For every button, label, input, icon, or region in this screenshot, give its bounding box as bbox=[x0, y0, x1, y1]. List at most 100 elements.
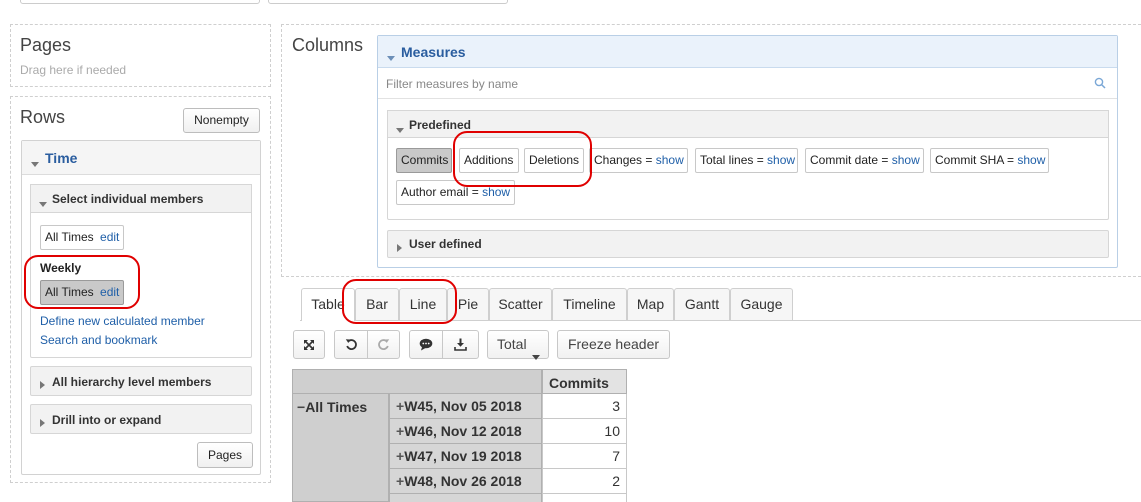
pages-hint: Drag here if needed bbox=[20, 63, 127, 77]
member-edit-link[interactable]: edit bbox=[100, 230, 119, 244]
freeze-header-button[interactable]: Freeze header bbox=[557, 330, 670, 359]
expand-caret-icon bbox=[40, 377, 45, 391]
user-defined-header[interactable]: User defined bbox=[387, 230, 1109, 258]
table-row-label[interactable]: +W47, Nov 19 2018 bbox=[389, 444, 542, 469]
row-label: W45, Nov 05 2018 bbox=[404, 398, 522, 414]
top-strip bbox=[10, 0, 1141, 10]
redo-button[interactable] bbox=[367, 330, 400, 359]
member-label: All Times bbox=[45, 285, 94, 299]
rows-panel[interactable]: Rows Nonempty Time Select individual mem… bbox=[10, 96, 271, 483]
expand-plus-icon[interactable]: + bbox=[396, 448, 404, 464]
table-row-label[interactable]: +W46, Nov 12 2018 bbox=[389, 419, 542, 444]
tab-map[interactable]: Map bbox=[627, 288, 674, 320]
collapse-caret-icon bbox=[39, 197, 47, 211]
filter-placeholder: Filter measures by name bbox=[386, 77, 519, 91]
time-title: Time bbox=[45, 150, 78, 166]
tab-pie[interactable]: Pie bbox=[447, 288, 489, 320]
drill-label: Drill into or expand bbox=[52, 413, 162, 427]
columns-panel[interactable]: Columns Measures Filter measures by name… bbox=[281, 24, 1141, 277]
predefined-section: Predefined Commits Additions Deletions C… bbox=[387, 110, 1109, 220]
collapse-caret-icon bbox=[31, 156, 39, 171]
export-button[interactable] bbox=[442, 330, 479, 359]
all-hierarchy-header[interactable]: All hierarchy level members bbox=[30, 366, 252, 396]
pages-title: Pages bbox=[20, 35, 72, 55]
time-header[interactable]: Time bbox=[22, 141, 260, 175]
user-defined-label: User defined bbox=[409, 237, 482, 251]
predefined-header[interactable]: Predefined bbox=[387, 110, 1109, 138]
select-individual-header[interactable]: Select individual members bbox=[30, 184, 252, 213]
collapse-caret-icon bbox=[387, 50, 395, 65]
tab-timeline[interactable]: Timeline bbox=[552, 288, 627, 320]
expand-icon bbox=[304, 340, 314, 350]
table-cell-value: 2 bbox=[542, 469, 627, 494]
table-cell-value: 10 bbox=[542, 419, 627, 444]
comment-button[interactable] bbox=[409, 330, 443, 359]
chevron-down-icon bbox=[532, 343, 540, 370]
define-calculated-member-link[interactable]: Define new calculated member bbox=[40, 314, 205, 328]
pages-panel[interactable]: Pages Drag here if needed bbox=[10, 24, 271, 87]
measures-box: Measures Filter measures by name Predefi… bbox=[377, 35, 1118, 268]
pages-button[interactable]: Pages bbox=[197, 442, 253, 468]
table-row-label[interactable]: +W45, Nov 05 2018 bbox=[389, 394, 542, 419]
table-cell-value: 3 bbox=[542, 394, 627, 419]
expand-plus-icon[interactable]: + bbox=[396, 398, 404, 414]
table-cell-value: 7 bbox=[542, 444, 627, 469]
undo-button[interactable] bbox=[334, 330, 368, 359]
weekly-label: Weekly bbox=[40, 261, 82, 275]
row-label: W46, Nov 12 2018 bbox=[404, 423, 522, 439]
tab-scatter[interactable]: Scatter bbox=[489, 288, 552, 320]
time-dimension: Time Select individual members All Times… bbox=[21, 140, 261, 475]
row-label: W48, Nov 26 2018 bbox=[404, 473, 522, 489]
measure-deletions[interactable]: Deletions bbox=[524, 148, 584, 173]
member-edit-link[interactable]: edit bbox=[100, 285, 119, 299]
measure-additions[interactable]: Additions bbox=[459, 148, 519, 173]
fullscreen-button[interactable] bbox=[293, 330, 325, 359]
measures-title: Measures bbox=[401, 44, 466, 60]
measure-changes[interactable]: Changes = show bbox=[589, 148, 688, 173]
column-header-commits[interactable]: Commits bbox=[542, 369, 627, 394]
row-label: W47, Nov 19 2018 bbox=[404, 448, 522, 464]
measure-total-lines[interactable]: Total lines = show bbox=[695, 148, 798, 173]
show-link[interactable]: show bbox=[482, 185, 510, 199]
measure-label: Author email = bbox=[401, 185, 479, 199]
member-all-times[interactable]: All Times edit bbox=[40, 225, 124, 250]
tab-bar[interactable]: Bar bbox=[355, 288, 399, 320]
show-link[interactable]: show bbox=[656, 153, 684, 167]
measure-commit-date[interactable]: Commit date = show bbox=[805, 148, 924, 173]
tab-line[interactable]: Line bbox=[399, 288, 447, 320]
predefined-label: Predefined bbox=[409, 118, 472, 132]
measure-commits[interactable]: Commits bbox=[396, 148, 452, 173]
weekly-member-all-times[interactable]: All Times edit bbox=[40, 280, 124, 305]
tab-table[interactable]: Table bbox=[301, 288, 355, 321]
tab-gantt[interactable]: Gantt bbox=[674, 288, 730, 320]
top-control-left[interactable] bbox=[20, 0, 260, 4]
nonempty-button[interactable]: Nonempty bbox=[183, 108, 260, 133]
total-dropdown[interactable]: Total bbox=[487, 330, 549, 360]
tab-gauge[interactable]: Gauge bbox=[730, 288, 793, 320]
table-corner bbox=[292, 369, 542, 394]
expand-plus-icon[interactable]: + bbox=[396, 423, 404, 439]
show-link[interactable]: show bbox=[767, 153, 795, 167]
filter-measures-input[interactable]: Filter measures by name bbox=[378, 69, 1117, 99]
measure-commit-sha[interactable]: Commit SHA = show bbox=[930, 148, 1049, 173]
all-hierarchy-label: All hierarchy level members bbox=[52, 375, 212, 389]
search-bookmark-link[interactable]: Search and bookmark bbox=[40, 333, 157, 347]
measure-label: Commit date = bbox=[810, 153, 889, 167]
rows-title: Rows bbox=[20, 107, 66, 127]
show-link[interactable]: show bbox=[892, 153, 920, 167]
show-link[interactable]: show bbox=[1017, 153, 1045, 167]
collapse-minus-icon[interactable]: − bbox=[297, 399, 305, 415]
expand-plus-icon[interactable]: + bbox=[396, 473, 404, 489]
select-individual-section: Select individual members All Times edit… bbox=[30, 184, 252, 358]
collapse-caret-icon bbox=[396, 123, 404, 137]
measure-author-email[interactable]: Author email = show bbox=[396, 180, 515, 205]
top-control-right[interactable] bbox=[268, 0, 508, 4]
drill-header[interactable]: Drill into or expand bbox=[30, 404, 252, 434]
table-row-partial bbox=[389, 494, 542, 502]
table-row-label[interactable]: +W48, Nov 26 2018 bbox=[389, 469, 542, 494]
row-group-all-times[interactable]: −All Times bbox=[292, 394, 389, 502]
search-icon bbox=[1094, 77, 1106, 92]
measure-label: Total lines = bbox=[700, 153, 764, 167]
select-individual-label: Select individual members bbox=[52, 192, 204, 206]
measures-header[interactable]: Measures bbox=[378, 36, 1117, 68]
